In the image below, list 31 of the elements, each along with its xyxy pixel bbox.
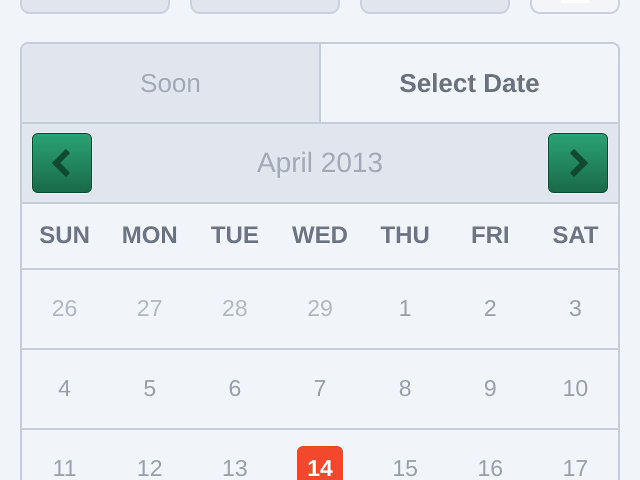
- weekday-label: SAT: [552, 221, 599, 251]
- day-cell[interactable]: 16: [469, 450, 512, 480]
- day-cell[interactable]: 14: [297, 446, 343, 480]
- weekday-label: WED: [292, 221, 348, 251]
- day-cell[interactable]: 9: [476, 370, 505, 408]
- tab[interactable]: Select Date: [319, 44, 618, 122]
- weekday-label: TUE: [210, 221, 259, 251]
- day-cell[interactable]: 6: [220, 370, 250, 408]
- weekday-label: MON: [122, 221, 178, 251]
- day-cell[interactable]: 4: [50, 370, 79, 408]
- day-cell[interactable]: 28: [214, 290, 256, 328]
- day-cell[interactable]: 8: [390, 370, 420, 408]
- day-cell[interactable]: 17: [554, 450, 596, 480]
- day-cell[interactable]: 13: [214, 450, 256, 480]
- day-cell[interactable]: 5: [135, 370, 164, 408]
- day-cell[interactable]: 12: [128, 450, 170, 480]
- day-cell[interactable]: 15: [384, 450, 426, 480]
- month-title: April 2013: [256, 146, 384, 180]
- day-cell[interactable]: 29: [299, 290, 341, 328]
- day-cell[interactable]: 7: [306, 370, 334, 408]
- weekday-label: THU: [380, 221, 430, 251]
- day-cell[interactable]: 11: [44, 450, 85, 480]
- day-cell[interactable]: 3: [561, 290, 590, 328]
- weekday-label: SUN: [39, 221, 90, 251]
- day-cell[interactable]: 1: [390, 290, 420, 328]
- day-cell[interactable]: 2: [476, 290, 505, 328]
- day-cell[interactable]: 27: [128, 290, 170, 328]
- day-cell[interactable]: 10: [554, 370, 596, 408]
- weekday-label: FRI: [470, 221, 510, 251]
- tab[interactable]: Soon: [22, 44, 319, 122]
- day-cell[interactable]: 26: [44, 290, 86, 328]
